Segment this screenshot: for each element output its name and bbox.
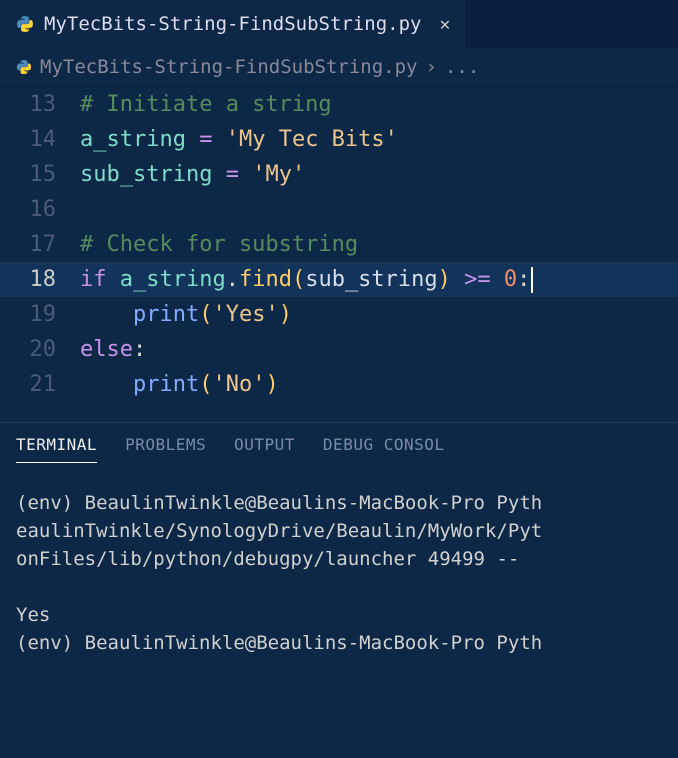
code-line: 16	[0, 192, 678, 227]
terminal-line: (env) BeaulinTwinkle@Beaulins-MacBook-Pr…	[16, 632, 542, 654]
code-var: a_string	[80, 127, 186, 152]
code-paren: (	[292, 267, 305, 292]
terminal-content[interactable]: (env) BeaulinTwinkle@Beaulins-MacBook-Pr…	[0, 473, 678, 673]
python-icon	[16, 59, 32, 75]
code-paren: )	[438, 267, 451, 292]
python-icon	[16, 15, 34, 33]
code-comment: # Check for substring	[80, 232, 358, 257]
code-string: 'No'	[212, 372, 265, 397]
tab-output[interactable]: OUTPUT	[234, 435, 295, 463]
code-line: 15 sub_string = 'My'	[0, 157, 678, 192]
code-string: 'My'	[252, 162, 305, 187]
code-op: >=	[464, 267, 491, 292]
breadcrumb-filename: MyTecBits-String-FindSubString.py	[40, 56, 418, 78]
code-paren: )	[279, 302, 292, 327]
code-punct: .	[226, 267, 239, 292]
code-op: =	[199, 127, 212, 152]
terminal-line: onFiles/lib/python/debugpy/launcher 4949…	[16, 548, 531, 570]
code-comment: # Initiate a string	[80, 92, 332, 117]
code-punct: :	[517, 267, 530, 292]
breadcrumb-rest: ...	[445, 56, 479, 78]
line-number: 14	[0, 122, 80, 157]
code-op: =	[226, 162, 239, 187]
breadcrumb[interactable]: MyTecBits-String-FindSubString.py › ...	[0, 48, 678, 87]
code-param: sub_string	[305, 267, 437, 292]
code-keyword: if	[80, 267, 107, 292]
code-paren: (	[199, 302, 212, 327]
line-number: 19	[0, 297, 80, 332]
code-line: 21 print('No')	[0, 367, 678, 402]
line-number: 16	[0, 192, 80, 227]
code-line: 14 a_string = 'My Tec Bits'	[0, 122, 678, 157]
bottom-panel: TERMINAL PROBLEMS OUTPUT DEBUG CONSOL (e…	[0, 422, 678, 673]
code-punct: :	[133, 337, 146, 362]
close-icon[interactable]: ✕	[440, 14, 451, 35]
code-paren: (	[199, 372, 212, 397]
terminal-line: (env) BeaulinTwinkle@Beaulins-MacBook-Pr…	[16, 492, 542, 514]
chevron-right-icon: ›	[426, 56, 437, 78]
code-line: 20 else:	[0, 332, 678, 367]
code-builtin: print	[133, 302, 199, 327]
tab-filename: MyTecBits-String-FindSubString.py	[44, 13, 422, 35]
code-line: 17 # Check for substring	[0, 227, 678, 262]
terminal-line: Yes	[16, 604, 50, 626]
code-keyword: else	[80, 337, 133, 362]
tab-terminal[interactable]: TERMINAL	[16, 435, 97, 463]
panel-tabs: TERMINAL PROBLEMS OUTPUT DEBUG CONSOL	[0, 435, 678, 473]
code-line: 13 # Initiate a string	[0, 87, 678, 122]
line-number: 17	[0, 227, 80, 262]
tab-debug-console[interactable]: DEBUG CONSOL	[323, 435, 445, 463]
code-line-active: 18 if a_string.find(sub_string) >= 0:	[0, 262, 678, 297]
code-string: 'My Tec Bits'	[226, 127, 398, 152]
line-number: 21	[0, 367, 80, 402]
code-paren: )	[265, 372, 278, 397]
code-var: a_string	[120, 267, 226, 292]
text-cursor	[531, 267, 533, 293]
terminal-line: eaulinTwinkle/SynologyDrive/Beaulin/MyWo…	[16, 520, 542, 542]
code-method: find	[239, 267, 292, 292]
code-number: 0	[504, 267, 517, 292]
tab-problems[interactable]: PROBLEMS	[125, 435, 206, 463]
line-number: 20	[0, 332, 80, 367]
line-number: 13	[0, 87, 80, 122]
code-var: sub_string	[80, 162, 212, 187]
line-number: 18	[0, 262, 80, 297]
editor-tab[interactable]: MyTecBits-String-FindSubString.py ✕	[0, 0, 467, 48]
code-string: 'Yes'	[212, 302, 278, 327]
code-editor[interactable]: 13 # Initiate a string 14 a_string = 'My…	[0, 87, 678, 422]
tab-bar: MyTecBits-String-FindSubString.py ✕	[0, 0, 678, 48]
code-builtin: print	[133, 372, 199, 397]
line-number: 15	[0, 157, 80, 192]
code-line: 19 print('Yes')	[0, 297, 678, 332]
